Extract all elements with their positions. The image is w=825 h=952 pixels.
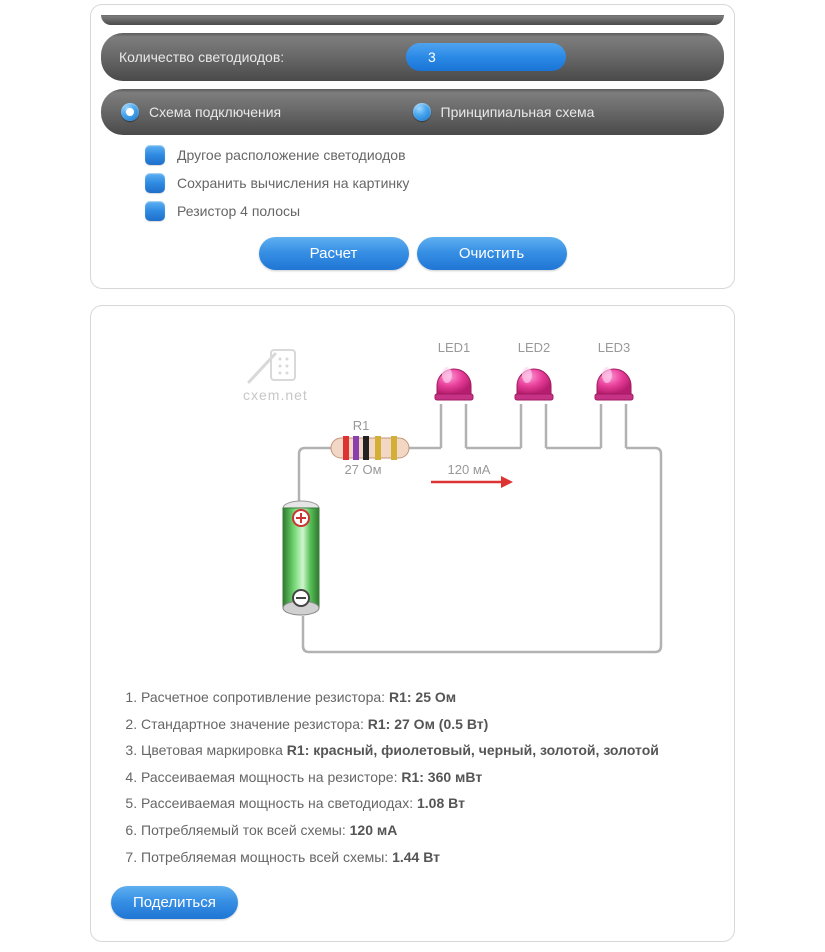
led1-icon [435, 367, 473, 400]
check-label: Резистор 4 полосы [177, 203, 300, 219]
led-count-label: Количество светодиодов: [119, 49, 406, 65]
check-label: Сохранить вычисления на картинку [177, 175, 409, 191]
results-list: Расчетное сопротивление резистора: R1: 2… [141, 684, 720, 870]
resistor-value: 27 Ом [344, 462, 381, 477]
watermark-icon [249, 350, 295, 382]
led3-label: LED3 [597, 340, 630, 355]
result-item: Стандартное значение резистора: R1: 27 О… [141, 711, 720, 738]
clear-button[interactable]: Очистить [417, 237, 567, 270]
current-arrow-icon [431, 476, 513, 488]
radio-connection-scheme[interactable]: Схема подключения [121, 103, 413, 121]
calculate-button[interactable]: Расчет [259, 237, 409, 270]
led-count-row: Количество светодиодов: 3 [101, 33, 724, 81]
radio-connection-label: Схема подключения [149, 104, 281, 120]
led3-icon [595, 367, 633, 400]
led1-label: LED1 [437, 340, 470, 355]
result-item: Потребляемая мощность всей схемы: 1.44 В… [141, 844, 720, 871]
checkbox-icon [145, 173, 165, 193]
action-buttons: Расчет Очистить [101, 237, 724, 270]
result-item: Рассеиваемая мощность на резисторе: R1: … [141, 764, 720, 791]
checkbox-icon [145, 201, 165, 221]
resistor-label: R1 [352, 418, 369, 433]
current-label: 120 мА [447, 462, 490, 477]
led-count-input[interactable]: 3 [406, 43, 566, 71]
check-resistor-4band[interactable]: Резистор 4 полосы [145, 201, 724, 221]
radio-dot-icon [413, 103, 431, 121]
check-save-image[interactable]: Сохранить вычисления на картинку [145, 173, 724, 193]
resistor-r1-icon [331, 436, 409, 460]
led2-icon [515, 367, 553, 400]
radio-dot-icon [121, 103, 139, 121]
check-other-arrangement[interactable]: Другое расположение светодиодов [145, 145, 724, 165]
check-label: Другое расположение светодиодов [177, 147, 406, 163]
result-item: Расчетное сопротивление резистора: R1: 2… [141, 684, 720, 711]
radio-principal-label: Принципиальная схема [441, 104, 595, 120]
calculator-form-panel: Количество светодиодов: 3 Схема подключе… [90, 4, 735, 289]
results-panel: cxem.net [90, 305, 735, 942]
result-item: Рассеиваемая мощность на светодиодах: 1.… [141, 790, 720, 817]
result-item: Цветовая маркировка R1: красный, фиолето… [141, 737, 720, 764]
previous-row-edge [101, 15, 724, 25]
schema-type-row: Схема подключения Принципиальная схема [101, 89, 724, 135]
radio-principal-scheme[interactable]: Принципиальная схема [413, 103, 705, 121]
watermark-text: cxem.net [243, 387, 308, 403]
circuit-svg: cxem.net [153, 326, 673, 666]
led2-label: LED2 [517, 340, 550, 355]
checkbox-icon [145, 145, 165, 165]
share-button[interactable]: Поделиться [111, 886, 238, 919]
battery-icon [283, 501, 319, 615]
circuit-diagram: cxem.net [105, 326, 720, 666]
options-checklist: Другое расположение светодиодов Сохранит… [145, 145, 724, 221]
result-item: Потребляемый ток всей схемы: 120 мА [141, 817, 720, 844]
